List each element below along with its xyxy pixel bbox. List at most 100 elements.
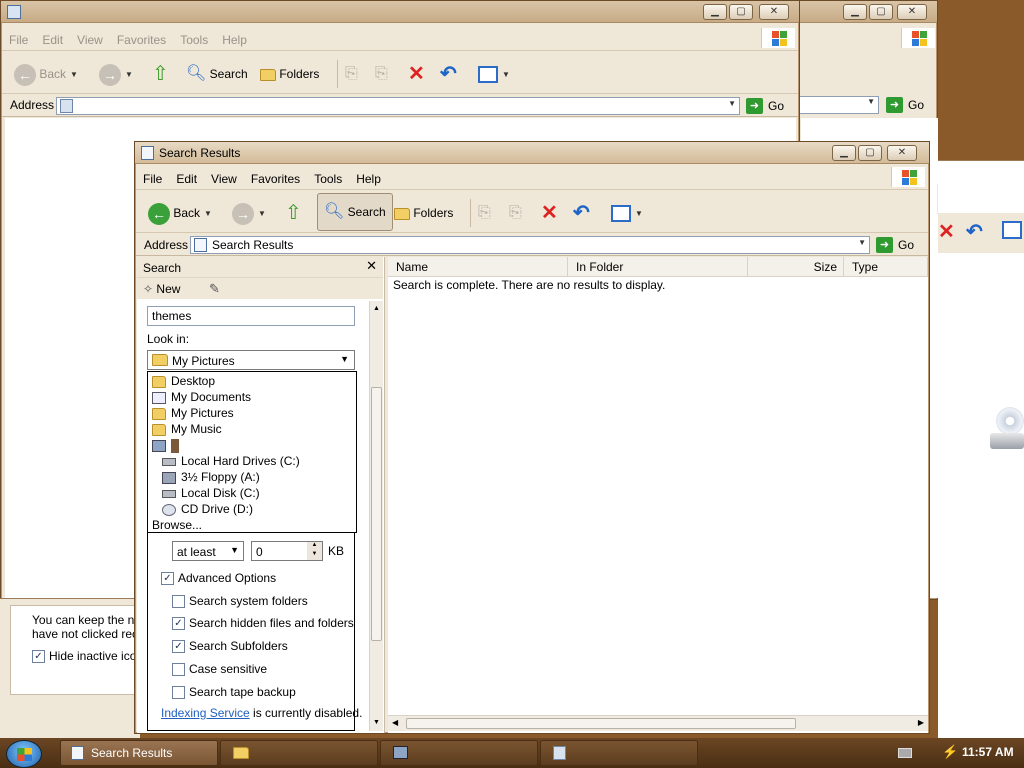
undo-button[interactable]: ↶ <box>573 200 590 226</box>
folders-button[interactable]: Folders <box>260 61 319 87</box>
new-search-button[interactable]: ✧ New <box>143 282 180 296</box>
folder-icon <box>152 375 166 388</box>
taskbar-item-recycle[interactable] <box>540 740 698 766</box>
views-button[interactable]: ▼ <box>478 61 510 87</box>
maximize-button[interactable]: ▢ <box>869 4 893 20</box>
undo-button[interactable]: ↶ <box>440 61 457 87</box>
delete-button[interactable]: ✕ <box>408 61 425 87</box>
scroll-left-icon[interactable]: ◀ <box>392 718 398 727</box>
minimize-button[interactable]: ▁ <box>832 145 856 161</box>
search-results-window: Search Results ▁ ▢ ✕ File Edit View Favorit… <box>134 141 930 734</box>
titlebar[interactable]: Search Results ▁ ▢ ✕ <box>135 142 929 164</box>
option-search-hidden-files[interactable]: ✓ Search hidden files and folders <box>172 616 354 631</box>
menu-edit[interactable]: Edit <box>35 29 70 51</box>
menu-file[interactable]: File <box>136 168 169 190</box>
keyboard-icon[interactable] <box>898 748 912 758</box>
column-header-name[interactable]: Name <box>388 257 568 277</box>
menu-help[interactable]: Help <box>349 168 388 190</box>
menu-edit[interactable]: Edit <box>169 168 204 190</box>
results-horizontal-scrollbar[interactable]: ◀ ▶ <box>388 715 928 731</box>
list-item-my-music[interactable]: My Music <box>152 421 222 437</box>
maximize-button[interactable]: ▢ <box>729 4 753 20</box>
up-folder-button[interactable]: ⇧ <box>285 200 302 226</box>
back-button[interactable]: ← Back ▼ <box>14 61 78 87</box>
address-input[interactable]: Search Results ▼ <box>190 236 870 254</box>
option-search-system-folders[interactable]: Search system folders <box>172 594 308 609</box>
forward-button[interactable]: → ▼ <box>232 200 266 226</box>
start-button[interactable] <box>6 740 42 768</box>
hide-inactive-checkbox[interactable]: ✓ Hide inactive icon <box>32 649 143 664</box>
checkbox-unchecked-icon <box>172 595 185 609</box>
move-to-button[interactable]: ⎘ <box>345 61 358 87</box>
copy-to-button[interactable]: ⎘ <box>375 61 388 87</box>
look-in-select[interactable]: My Pictures ▼ <box>147 350 355 370</box>
search-button[interactable]: 🔍︎ Search <box>317 193 393 231</box>
menu-favorites[interactable]: Favorites <box>244 168 307 190</box>
folders-button[interactable]: Folders <box>394 200 453 226</box>
indexing-service-link[interactable]: Indexing Service <box>161 706 250 720</box>
list-item-my-pictures[interactable]: My Pictures <box>152 405 234 421</box>
menu-file[interactable]: File <box>2 29 35 51</box>
search-companion-icon[interactable]: ✎ <box>209 281 220 297</box>
list-item-local-hard-drives[interactable]: Local Hard Drives (C:) <box>162 453 300 469</box>
delete-button[interactable]: ✕ <box>541 200 558 226</box>
address-input[interactable]: ▼ <box>791 96 879 114</box>
up-folder-button[interactable]: ⇧ <box>152 61 169 87</box>
minimize-button[interactable]: ▁ <box>843 4 867 20</box>
list-item-my-computer[interactable] <box>152 437 179 453</box>
search-button[interactable]: 🔍︎ Search <box>186 61 248 87</box>
list-item-local-disk[interactable]: Local Disk (C:) <box>162 485 260 501</box>
taskbar-item-folder[interactable] <box>220 740 378 766</box>
list-item-cd-drive[interactable]: CD Drive (D:) <box>162 501 253 517</box>
size-mode-select[interactable]: at least ▼ <box>172 541 244 561</box>
list-item-desktop[interactable]: Desktop <box>152 373 215 389</box>
scroll-down-icon[interactable]: ▼ <box>373 719 380 726</box>
list-item-floppy[interactable]: 3½ Floppy (A:) <box>162 469 260 485</box>
close-button[interactable]: ✕ <box>897 4 927 20</box>
spin-down-icon[interactable]: ▼ <box>307 551 322 560</box>
maximize-button[interactable]: ▢ <box>858 145 882 161</box>
close-button[interactable]: ✕ <box>887 145 917 161</box>
column-header-size[interactable]: Size <box>748 257 844 277</box>
menu-tools[interactable]: Tools <box>173 29 215 51</box>
list-item-my-documents[interactable]: My Documents <box>152 389 251 405</box>
back-button[interactable]: ← Back ▼ <box>148 200 212 226</box>
close-button[interactable]: ✕ <box>759 4 789 20</box>
size-value-stepper[interactable]: 0 ▲ ▼ <box>251 541 323 561</box>
scroll-thumb[interactable] <box>371 387 382 641</box>
scroll-right-icon[interactable]: ▶ <box>918 718 924 727</box>
minimize-button[interactable]: ▁ <box>703 4 727 20</box>
titlebar[interactable]: ▁ ▢ ✕ <box>1 1 799 23</box>
column-header-in-folder[interactable]: In Folder <box>568 257 748 277</box>
menu-view[interactable]: View <box>70 29 110 51</box>
search-pane-scrollbar[interactable]: ▲ ▼ <box>369 301 383 731</box>
list-item-browse[interactable]: Browse... <box>152 517 202 533</box>
go-button[interactable]: ➜ Go <box>876 236 914 254</box>
documents-icon <box>152 391 166 404</box>
search-query-input[interactable]: themes <box>147 306 355 326</box>
option-search-tape-backup[interactable]: Search tape backup <box>172 685 296 700</box>
move-to-button[interactable]: ⎘ <box>478 200 491 226</box>
menu-favorites[interactable]: Favorites <box>110 29 173 51</box>
option-case-sensitive[interactable]: Case sensitive <box>172 662 267 677</box>
copy-to-button[interactable]: ⎘ <box>509 200 522 226</box>
menu-tools[interactable]: Tools <box>307 168 349 190</box>
option-search-subfolders[interactable]: ✓ Search Subfolders <box>172 639 288 654</box>
forward-button[interactable]: → ▼ <box>99 61 133 87</box>
go-button[interactable]: ➜ Go <box>746 97 784 115</box>
close-pane-button[interactable]: ✕ <box>366 258 377 274</box>
network-icon[interactable]: ⚡ <box>942 744 958 760</box>
taskbar-item-computer[interactable] <box>380 740 538 766</box>
scroll-up-icon[interactable]: ▲ <box>373 305 380 312</box>
menu-view[interactable]: View <box>204 168 244 190</box>
spin-up-icon[interactable]: ▲ <box>307 542 322 551</box>
column-header-type[interactable]: Type <box>844 257 928 277</box>
views-button[interactable]: ▼ <box>611 200 643 226</box>
advanced-options-checkbox[interactable]: ✓ Advanced Options <box>161 571 276 586</box>
menu-help[interactable]: Help <box>215 29 254 51</box>
address-input[interactable]: ▼ <box>56 97 740 115</box>
scroll-thumb[interactable] <box>406 718 796 729</box>
cd-drive-icon <box>990 407 1024 455</box>
taskbar-item-search-results[interactable]: Search Results <box>60 740 218 766</box>
go-button[interactable]: ➜ Go <box>886 96 924 114</box>
